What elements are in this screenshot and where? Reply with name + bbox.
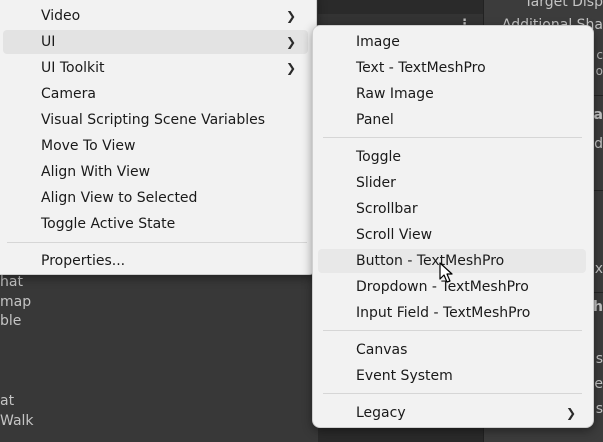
submenu-item-input-field-textmeshpro[interactable]: Input Field - TextMeshPro [318, 301, 586, 325]
menu-item-toggle-active-state[interactable]: Toggle Active State [3, 212, 308, 236]
submenu-item-legacy[interactable]: Legacy ❯ [318, 401, 586, 425]
menu-item-label: Toggle [356, 149, 402, 165]
inspector-text-fragment: d [594, 136, 603, 152]
submenu-item-text-textmeshpro[interactable]: Text - TextMeshPro [318, 56, 586, 80]
menu-item-align-view-to-selected[interactable]: Align View to Selected [3, 186, 308, 210]
submenu-item-slider[interactable]: Slider [318, 171, 586, 195]
submenu-item-canvas[interactable]: Canvas [318, 338, 586, 362]
submenu-item-event-system[interactable]: Event System [318, 364, 586, 388]
menu-item-label: Scrollbar [356, 201, 418, 217]
menu-item-label: UI Toolkit [41, 60, 105, 76]
menu-item-label: Panel [356, 112, 394, 128]
menu-item-label: Visual Scripting Scene Variables [41, 112, 266, 128]
menu-item-label: Align With View [41, 164, 151, 180]
hierarchy-text-fragment: hat [0, 274, 23, 290]
menu-item-label: Properties... [41, 253, 126, 269]
menu-item-label: Event System [356, 368, 453, 384]
create-context-menu: Video ❯ UI ❯ UI Toolkit ❯ Camera Visual … [0, 0, 317, 275]
submenu-item-scroll-view[interactable]: Scroll View [318, 223, 586, 247]
menu-item-camera[interactable]: Camera [3, 82, 308, 106]
submenu-item-toggle[interactable]: Toggle [318, 145, 586, 169]
menu-item-label: Slider [356, 175, 396, 191]
menu-separator [323, 393, 582, 394]
inspector-text-fragment: Target Disp [524, 0, 603, 10]
chevron-right-icon: ❯ [565, 406, 576, 420]
inspector-text-fragment: s [595, 351, 603, 367]
menu-item-label: Text - TextMeshPro [356, 60, 486, 76]
chevron-right-icon: ❯ [285, 9, 296, 23]
submenu-item-panel[interactable]: Panel [318, 108, 586, 132]
inspector-text-fragment: x [594, 261, 603, 277]
hierarchy-text-fragment: at [0, 393, 15, 409]
hierarchy-panel: hat map ble at Walk [0, 260, 318, 442]
inspector-text-fragment: h [593, 299, 603, 315]
inspector-text-fragment: s [595, 401, 603, 417]
menu-item-ui-toolkit[interactable]: UI Toolkit ❯ [3, 56, 308, 80]
ui-submenu: Image Text - TextMeshPro Raw Image Panel… [312, 25, 594, 428]
menu-item-label: UI [41, 34, 56, 50]
menu-separator [7, 242, 307, 243]
menu-item-label: Align View to Selected [41, 190, 198, 206]
menu-item-label: Input Field - TextMeshPro [356, 305, 531, 321]
menu-item-label: Button - TextMeshPro [356, 253, 505, 269]
menu-separator [323, 330, 582, 331]
menu-item-label: Canvas [356, 342, 408, 358]
menu-item-ui[interactable]: UI ❯ [3, 30, 308, 54]
menu-item-align-with-view[interactable]: Align With View [3, 160, 308, 184]
hierarchy-text-fragment: ble [0, 313, 22, 329]
menu-item-label: Toggle Active State [41, 216, 176, 232]
menu-item-label: Scroll View [356, 227, 433, 243]
menu-item-label: Legacy [356, 405, 406, 421]
hierarchy-text-fragment: map [0, 294, 32, 310]
menu-item-move-to-view[interactable]: Move To View [3, 134, 308, 158]
menu-item-label: Raw Image [356, 86, 434, 102]
submenu-item-image[interactable]: Image [318, 30, 586, 54]
submenu-item-raw-image[interactable]: Raw Image [318, 82, 586, 106]
hierarchy-text-fragment: Walk [0, 413, 34, 429]
menu-item-label: Image [356, 34, 400, 50]
chevron-right-icon: ❯ [285, 61, 296, 75]
chevron-right-icon: ❯ [285, 35, 296, 49]
menu-item-visual-scripting-scene-variables[interactable]: Visual Scripting Scene Variables [3, 108, 308, 132]
menu-item-label: Camera [41, 86, 96, 102]
arrow-cursor-icon [439, 262, 453, 283]
menu-item-video[interactable]: Video ❯ [3, 4, 308, 28]
menu-separator [323, 137, 582, 138]
menu-item-properties[interactable]: Properties... [3, 249, 308, 273]
inspector-text-fragment: e [594, 376, 603, 392]
submenu-item-scrollbar[interactable]: Scrollbar [318, 197, 586, 221]
menu-item-label: Move To View [41, 138, 136, 154]
menu-item-label: Video [41, 8, 81, 24]
